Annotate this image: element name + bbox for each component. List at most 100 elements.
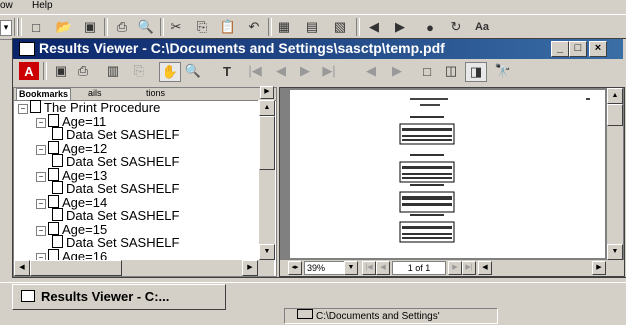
bookmarks-vscrollbar[interactable]: ▲ ▼ <box>258 100 275 260</box>
bookmark-node[interactable]: − Age=16 <box>36 248 108 260</box>
forward-icon[interactable]: ▶ <box>390 18 410 36</box>
tab-thumbnails[interactable]: ails <box>86 88 104 99</box>
actual-size-icon[interactable]: □ <box>417 62 437 80</box>
page-content <box>399 98 590 243</box>
bookmark-page-icon <box>52 235 63 248</box>
bookmark-page-icon <box>48 248 59 260</box>
font-icon[interactable]: Aa <box>472 18 492 36</box>
bookmark-page-icon <box>48 113 59 127</box>
go-back-icon: ◀ <box>366 63 376 78</box>
back-icon[interactable]: ◀ <box>364 18 384 36</box>
hscroll-right-arrow-icon[interactable]: ▶ <box>592 261 606 275</box>
bookmarks-hscrollbar[interactable]: ◀ ▶ <box>14 260 274 276</box>
cut-icon[interactable]: ✂ <box>166 18 186 36</box>
save-icon[interactable]: ▣ <box>80 18 100 36</box>
status-first-page-icon: |◀ <box>362 261 376 275</box>
fit-width-icon[interactable]: ◨ <box>465 62 487 82</box>
hscroll-left-arrow-icon[interactable]: ◀ <box>478 261 492 275</box>
zoom-tool-icon[interactable]: 🔍 <box>183 62 203 80</box>
first-page-icon: |◀ <box>248 63 262 78</box>
tab-bookmarks[interactable]: Bookmarks <box>16 88 72 100</box>
paste-icon[interactable]: 📋 <box>218 18 238 36</box>
text-select-icon[interactable]: T <box>217 62 237 80</box>
print-icon[interactable]: ⎙ <box>73 62 93 80</box>
menu-bar: ow Help <box>0 0 626 14</box>
results-viewer-window: Results Viewer - C:\Documents and Settin… <box>12 38 626 278</box>
status-prev-page-icon: ◀ <box>376 261 390 275</box>
maximize-button[interactable]: □ <box>569 41 587 57</box>
submit-icon[interactable]: ▦ <box>274 18 294 36</box>
acrobat-icon[interactable]: A <box>19 62 39 80</box>
undo-icon[interactable]: ↶ <box>244 18 264 36</box>
results-viewer-icon <box>21 290 35 302</box>
next-page-icon: ▶ <box>300 63 310 78</box>
collapse-icon[interactable]: − <box>36 144 46 155</box>
bookmark-page-icon <box>48 140 59 154</box>
tab-annotations[interactable]: tions <box>144 88 167 99</box>
collapse-icon[interactable]: − <box>36 225 46 236</box>
bookmark-label: Age=16 <box>62 248 108 260</box>
copy-icon[interactable]: ⎘ <box>192 18 212 36</box>
close-button[interactable]: × <box>589 41 607 57</box>
bookmark-tree: − The Print Procedure − Age=11 Data Set SASH… <box>18 100 254 260</box>
panel-menu-button[interactable]: ▶ <box>260 86 274 99</box>
open-icon[interactable]: 📂 <box>54 18 74 36</box>
main-toolbar: □ 📂 ▣ ⎙ 🔍 ✂ ⎘ 📋 ↶ ▦ ▤ ▧ ◀ ▶ ● ↻ Aa <box>0 14 626 40</box>
document-status-row: ◂▸ 39% ▼ |◀ ◀ 1 of 1 ▶ ▶| ◀ ▶ <box>280 260 624 276</box>
go-forward-icon: ▶ <box>392 63 402 78</box>
bookmark-page-icon <box>48 194 59 208</box>
refresh-icon[interactable]: ↻ <box>446 18 466 36</box>
scroll-right-arrow-icon[interactable]: ▶ <box>242 260 258 276</box>
bookmark-page-icon <box>48 167 59 181</box>
viewer-toolbar: A ▣ ⎙ ▥ ⎘ ✋ 🔍 T |◀ ◀ ▶ ▶| ◀ ▶ □ ◫ ◨ 🔭 <box>13 59 623 85</box>
print-icon[interactable]: ⎙ <box>112 18 132 36</box>
library-icon[interactable]: ▤ <box>302 18 322 36</box>
stop-icon[interactable]: ● <box>420 18 440 36</box>
save-copy-icon[interactable]: ▣ <box>51 62 71 80</box>
collapse-icon[interactable]: − <box>36 198 46 209</box>
doc-scroll-thumb[interactable] <box>607 104 623 126</box>
document-panel: ▲ ▼ ◂▸ 39% ▼ |◀ ◀ 1 of 1 ▶ ▶| ◀ ▶ <box>279 87 625 277</box>
minimize-button[interactable]: _ <box>551 41 569 57</box>
taskbar-results-viewer-button[interactable]: Results Viewer - C:... <box>12 284 226 310</box>
hscroll-thumb[interactable] <box>30 260 122 276</box>
taskbar-button-label: Results Viewer - C:... <box>41 289 170 304</box>
last-page-icon: ▶| <box>322 63 336 78</box>
show-hide-icon[interactable]: ▥ <box>103 62 123 80</box>
menu-help[interactable]: Help <box>32 0 53 12</box>
status-path-text: C:\Documents and Settings' <box>316 311 440 322</box>
pdf-page <box>290 90 605 258</box>
doc-scroll-down-arrow-icon[interactable]: ▼ <box>607 244 623 260</box>
folder-icon <box>297 309 313 319</box>
scroll-down-arrow-icon[interactable]: ▼ <box>259 244 275 260</box>
page-number-field[interactable]: 1 of 1 <box>392 261 446 275</box>
window-title: Results Viewer - C:\Documents and Settin… <box>39 40 445 56</box>
new-icon[interactable]: □ <box>26 18 46 36</box>
collapse-icon[interactable]: − <box>36 171 46 182</box>
doc-scroll-up-arrow-icon[interactable]: ▲ <box>607 88 623 104</box>
scroll-left-arrow-icon[interactable]: ◀ <box>14 260 30 276</box>
viewer-titlebar: Results Viewer - C:\Documents and Settin… <box>13 39 623 59</box>
prev-page-icon: ◀ <box>276 63 286 78</box>
bookmark-page-icon <box>52 127 63 140</box>
scroll-up-arrow-icon[interactable]: ▲ <box>259 100 275 116</box>
zoom-dropdown-icon[interactable]: ▼ <box>344 261 358 275</box>
bookmark-page-icon <box>52 154 63 167</box>
scroll-thumb[interactable] <box>259 116 275 170</box>
menu-window[interactable]: ow <box>0 0 13 12</box>
explorer-icon[interactable]: ▧ <box>330 18 350 36</box>
collapse-icon[interactable]: − <box>18 104 28 114</box>
bookmark-page-icon <box>52 181 63 194</box>
bookmark-page-icon <box>52 208 63 221</box>
hand-tool-icon[interactable]: ✋ <box>159 62 181 82</box>
print-preview-icon[interactable]: 🔍 <box>136 18 156 36</box>
collapse-icon[interactable]: − <box>36 117 46 128</box>
dropdown-nub[interactable]: ▾ <box>0 20 12 36</box>
find-icon[interactable]: 🔭 <box>493 62 513 80</box>
size-toggle-icon[interactable]: ◂▸ <box>288 261 302 275</box>
zoom-field[interactable]: 39% <box>304 261 346 275</box>
document-vscrollbar[interactable]: ▲ ▼ <box>607 88 623 260</box>
collapse-icon[interactable]: − <box>36 252 46 260</box>
fit-page-icon[interactable]: ◫ <box>441 62 461 80</box>
copy-disabled-icon: ⎘ <box>133 63 145 78</box>
